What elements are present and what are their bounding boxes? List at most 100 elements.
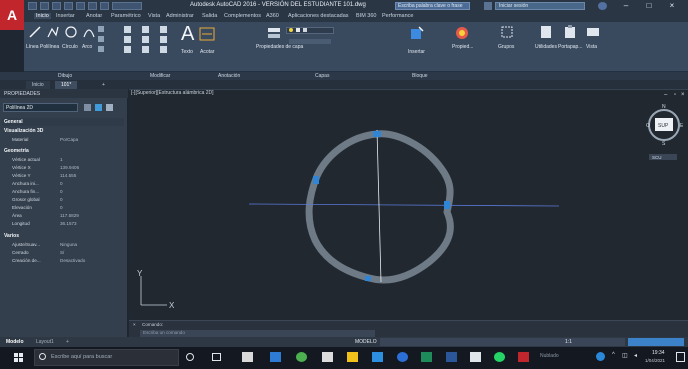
new-icon[interactable] [28,2,37,10]
task-view-icon[interactable] [212,353,221,361]
property-value[interactable]: 0 [60,197,63,202]
property-row[interactable]: Anchura ini... 0 [12,181,124,188]
property-value[interactable]: 114.555 [60,173,76,178]
grip-point[interactable] [365,276,371,281]
layer-properties-icon[interactable] [266,26,282,40]
tab-insertar[interactable]: Insertar [54,13,77,19]
tab-salida[interactable]: Salida [200,13,219,19]
move-icon[interactable] [124,26,131,33]
property-row[interactable]: Elevación 0 [12,205,124,212]
property-value[interactable]: 139.9406 [60,165,79,170]
taskbar-app-icon[interactable] [322,352,333,362]
property-value[interactable]: PorCapa [60,137,78,142]
section-varios[interactable]: Varios [2,232,124,240]
wcs-label[interactable]: SCU [652,155,662,160]
tab-performance[interactable]: Performance [380,13,416,19]
tab-aplicaciones[interactable]: Aplicaciones destacadas [286,13,351,19]
autocad-logo-button[interactable]: A [0,0,24,30]
array-icon[interactable] [160,46,167,53]
polyline-label[interactable]: Polilínea [40,44,59,50]
search-icon[interactable] [484,2,492,10]
fillet-icon[interactable] [160,36,167,43]
closed-polyline[interactable] [305,130,454,284]
dimension-icon[interactable] [199,26,215,42]
taskbar-app-icon[interactable] [270,352,281,362]
panel-title-capas[interactable]: Capas [315,73,329,79]
circle-icon[interactable] [64,25,78,39]
cortana-icon[interactable] [186,353,194,361]
file-tab-inicio[interactable]: Inicio [26,81,50,89]
tab-inicio[interactable]: Inicio [34,13,51,19]
annotation-scale[interactable]: 1:1 [565,339,572,345]
property-row[interactable]: Cerrado Sí [12,250,124,257]
photos-icon[interactable] [470,352,481,362]
tab-modelo[interactable]: Modelo [6,339,24,345]
trim-icon[interactable] [160,26,167,33]
open-icon[interactable] [40,2,49,10]
layer-properties-label[interactable]: Propiedades de capa [256,44,303,50]
property-row[interactable]: Anchura fin... 0 [12,189,124,196]
property-value[interactable]: Ninguna [60,242,77,247]
panel-title-modificar[interactable]: Modificar [150,73,170,79]
select-objects-icon[interactable] [95,104,102,111]
autocad-taskbar-icon[interactable] [518,352,529,362]
tab-administrar[interactable]: Administrar [164,13,196,19]
grip-point[interactable] [444,201,450,209]
layer-dropdown[interactable] [286,27,334,34]
command-close-icon[interactable]: × [133,322,136,327]
minimize-button[interactable]: – [620,1,632,11]
copy-icon[interactable] [124,36,131,43]
section-general[interactable]: General [2,118,124,126]
utilities-label[interactable]: Utilidades [535,44,557,50]
groups-icon[interactable] [500,25,514,39]
polyline-icon[interactable] [46,25,60,39]
view-label[interactable]: Vista [586,44,597,50]
object-type-dropdown[interactable]: Polilínea 2D [3,103,78,112]
layer-tools-row[interactable] [289,39,331,44]
grip-point[interactable] [373,131,381,137]
search-input[interactable]: Escriba palabra clave o frase [395,2,470,10]
help-icon[interactable] [598,2,607,10]
tray-chevron-icon[interactable]: ^ [612,352,615,358]
line-label[interactable]: Línea [26,44,39,50]
viewport-close-icon[interactable]: × [681,92,685,98]
property-row[interactable]: Vértice actual 1 [12,157,124,164]
tab-anotar[interactable]: Anotar [84,13,104,19]
status-tools-group[interactable] [628,338,684,346]
print-icon[interactable] [76,2,85,10]
status-toggles[interactable] [380,338,625,346]
undo-icon[interactable] [88,2,97,10]
word-icon[interactable] [446,352,457,362]
arc-icon[interactable] [82,25,96,39]
text-label[interactable]: Texto [181,49,193,55]
line-icon[interactable] [28,25,42,39]
taskbar-search-box[interactable]: Escribe aquí para buscar [34,349,179,366]
chrome-icon[interactable] [296,352,307,362]
rotate-icon[interactable] [142,26,149,33]
tab-layout1[interactable]: Layout1 [36,339,54,345]
save-as-icon[interactable] [64,2,73,10]
tray-icon[interactable] [596,352,605,361]
drawing-canvas[interactable]: Y X SUP N S O E SCU – ▫ × [129,90,688,320]
hatch-icon[interactable] [98,36,104,42]
insert-label[interactable]: Insertar [408,49,425,55]
tab-a360[interactable]: A360 [264,13,281,19]
volume-icon[interactable]: ◂ [634,352,637,359]
section-visualizacion-3d[interactable]: Visualización 3D [2,127,124,135]
new-tab-button[interactable]: + [96,81,111,89]
panel-title-bloque[interactable]: Bloque [412,73,428,79]
property-value[interactable]: 0 [60,181,63,186]
property-row[interactable]: Vértice Y 114.555 [12,173,124,180]
network-icon[interactable]: ◫ [622,352,628,359]
excel-icon[interactable] [421,352,432,362]
file-tab-101[interactable]: 101* [55,81,78,89]
section-geometria[interactable]: Geometría [2,147,124,155]
sign-in-field[interactable]: Iniciar sesión [495,2,585,10]
scale-icon[interactable] [142,46,149,53]
redo-icon[interactable] [100,2,109,10]
properties-btn-label[interactable]: Propied... [452,44,473,50]
property-row[interactable]: Ajuste/Suav... Ninguna [12,242,124,249]
property-row[interactable]: Área 117.5829 [12,213,124,220]
properties-icon[interactable] [454,25,470,41]
mirror-icon[interactable] [142,36,149,43]
